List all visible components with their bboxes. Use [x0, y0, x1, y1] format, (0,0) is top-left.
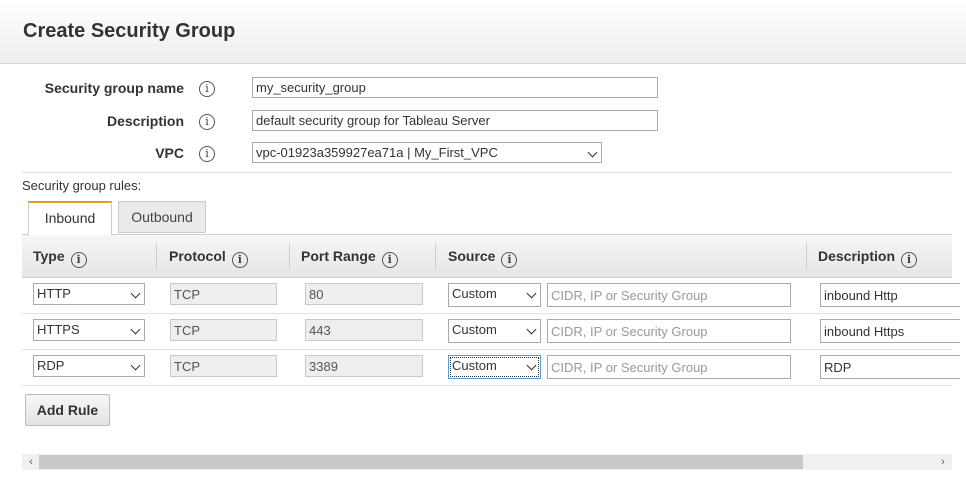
row-separator [22, 349, 952, 350]
chevron-down-icon [130, 288, 141, 299]
protocol-field: TCP [170, 283, 277, 305]
info-icon[interactable]: i [70, 252, 87, 268]
scroll-left-arrow-icon[interactable]: ‹ [24, 455, 38, 469]
source-select-value: Custom [452, 322, 497, 337]
source-select[interactable]: Custom [448, 283, 541, 307]
chevron-down-icon [526, 360, 537, 371]
port-range-field: 3389 [305, 355, 423, 377]
type-select[interactable]: HTTPS [33, 319, 145, 341]
column-separator [806, 243, 807, 269]
column-header-source: Source i [448, 248, 518, 268]
rule-description-input[interactable]: inbound Http [820, 283, 960, 307]
info-icon[interactable]: i [501, 252, 518, 268]
column-separator [435, 243, 436, 269]
source-cidr-input[interactable]: CIDR, IP or Security Group [547, 355, 791, 379]
port-range-field: 443 [305, 319, 423, 341]
vpc-select[interactable]: vpc-01923a359927ea71a | My_First_VPC [252, 142, 602, 163]
description-input[interactable]: default security group for Tableau Serve… [252, 110, 658, 131]
rules-table-header: Type i Protocol i Port Range i Source i Desc… [22, 234, 952, 278]
info-icon[interactable]: i [199, 146, 215, 162]
tab-outbound[interactable]: Outbound [118, 201, 206, 233]
row-separator [22, 313, 952, 314]
add-rule-button[interactable]: Add Rule [25, 394, 110, 426]
column-header-port-range: Port Range i [301, 248, 398, 268]
dialog-title: Create Security Group [23, 20, 236, 42]
source-select-value: Custom [452, 286, 497, 301]
rule-description-input[interactable]: RDP [820, 355, 960, 379]
type-select-value: HTTP [37, 286, 71, 301]
tab-inbound[interactable]: Inbound [28, 201, 112, 235]
column-header-type: Type i [33, 248, 87, 268]
port-range-field: 80 [305, 283, 423, 305]
source-cidr-input[interactable]: CIDR, IP or Security Group [547, 283, 791, 307]
type-select-value: HTTPS [37, 322, 80, 337]
protocol-field: TCP [170, 355, 277, 377]
column-header-description: Description i [818, 248, 918, 268]
row-separator [22, 385, 952, 386]
column-separator [156, 243, 157, 269]
form-row-name: Security group name i my_security_group [0, 77, 966, 101]
column-separator [289, 243, 290, 269]
source-select-value: Custom [452, 358, 497, 373]
type-select[interactable]: RDP [33, 355, 145, 377]
chevron-down-icon [526, 324, 537, 335]
vpc-label: VPC [155, 145, 184, 161]
form-row-vpc: VPC i vpc-01923a359927ea71a | My_First_V… [0, 142, 966, 166]
security-group-name-input[interactable]: my_security_group [252, 77, 658, 98]
scrollbar-thumb[interactable] [39, 455, 803, 469]
protocol-field: TCP [170, 319, 277, 341]
rule-description-input[interactable]: inbound Https [820, 319, 960, 343]
description-label: Description [106, 113, 184, 129]
chevron-down-icon [130, 360, 141, 371]
source-select[interactable]: Custom [448, 319, 541, 343]
name-label: Security group name [44, 80, 184, 96]
chevron-down-icon [130, 324, 141, 335]
info-icon[interactable]: i [381, 252, 398, 268]
divider [22, 172, 952, 173]
dialog-header: Create Security Group [0, 0, 966, 64]
source-select[interactable]: Custom [448, 355, 541, 379]
horizontal-scrollbar[interactable]: ‹ › [22, 454, 952, 470]
vpc-select-value: vpc-01923a359927ea71a | My_First_VPC [256, 145, 498, 160]
type-select[interactable]: HTTP [33, 283, 145, 305]
column-header-protocol: Protocol i [169, 248, 248, 268]
source-cidr-input[interactable]: CIDR, IP or Security Group [547, 319, 791, 343]
chevron-down-icon [587, 147, 598, 158]
info-icon[interactable]: i [199, 81, 215, 97]
form-row-description: Description i default security group for… [0, 110, 966, 134]
security-group-rules-label: Security group rules: [22, 178, 142, 193]
info-icon[interactable]: i [231, 252, 248, 268]
type-select-value: RDP [37, 358, 65, 373]
chevron-down-icon [526, 288, 537, 299]
scroll-right-arrow-icon[interactable]: › [936, 455, 950, 469]
info-icon[interactable]: i [199, 114, 215, 130]
info-icon[interactable]: i [901, 252, 918, 268]
